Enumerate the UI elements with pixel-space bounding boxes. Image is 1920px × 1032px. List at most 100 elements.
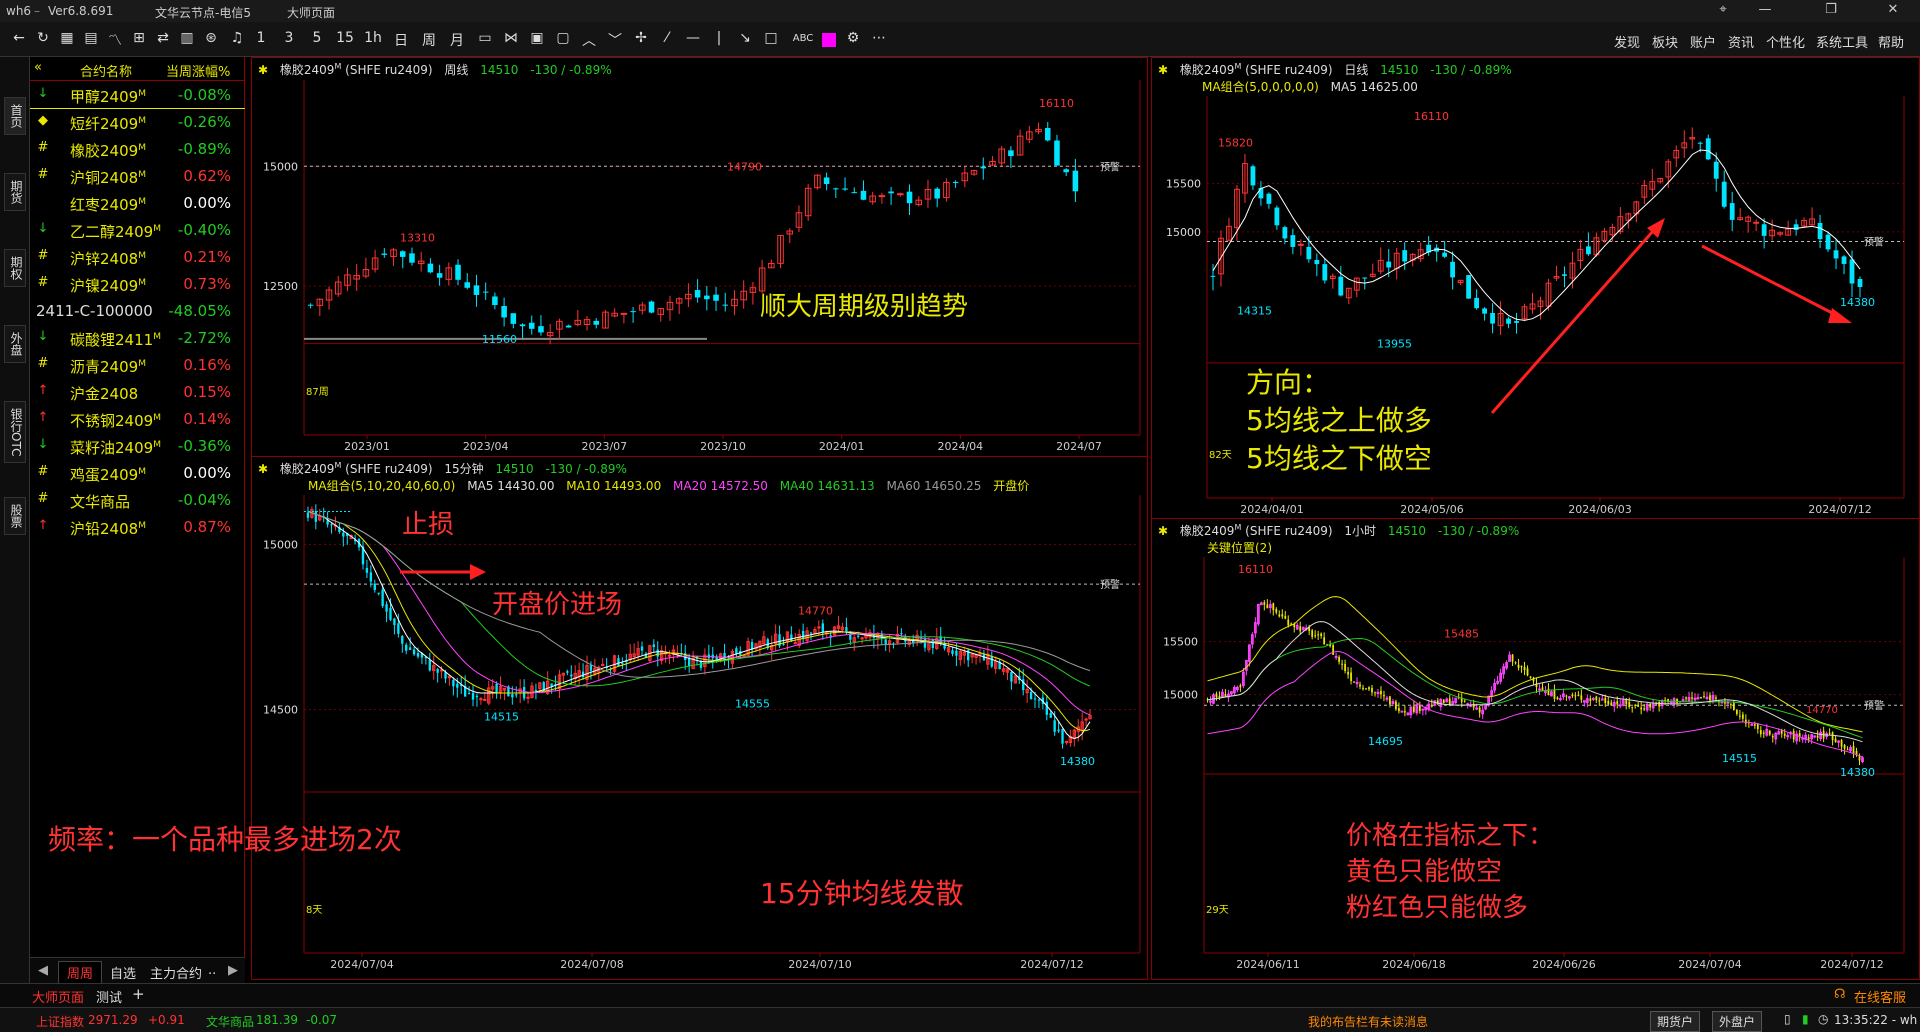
tab-main-contracts[interactable]: 主力合约 xyxy=(150,963,202,982)
watchlist-row[interactable]: # 沥青2409M 0.16% xyxy=(30,352,245,379)
menu-account[interactable]: 账户 xyxy=(1690,32,1716,51)
candle-icon[interactable]: ⊞ xyxy=(128,30,150,46)
minimize-icon[interactable]: — xyxy=(1752,2,1778,20)
ma5-line xyxy=(307,511,1091,740)
watchlist-row[interactable]: # 沪锌2408M 0.21% xyxy=(30,244,245,271)
m15-chart-panel[interactable]: ✱ 橡胶2409M (SHFE ru2409) 15分钟 14510 -130 … xyxy=(251,456,1148,980)
bell-icon[interactable]: ♫ xyxy=(226,30,248,46)
watchlist-row[interactable]: ↓ 碳酸锂2411M -2.72% xyxy=(30,325,245,352)
phone-icon[interactable]: ▯ xyxy=(1784,1012,1791,1026)
rail-tab-bank-otc[interactable]: 银行OTC xyxy=(4,401,26,464)
watchlist-row[interactable]: ↑ 沪铅2408M 0.87% xyxy=(30,514,245,541)
period-3[interactable]: 3 xyxy=(278,30,300,46)
cross-icon[interactable]: ✢ xyxy=(630,30,652,46)
period-1[interactable]: 1 xyxy=(250,30,272,46)
daily-chart-panel[interactable]: ✱ 橡胶2409M (SHFE ru2409) 日线 14510 -130 / … xyxy=(1151,57,1920,521)
fit-icon[interactable]: ▢ xyxy=(552,30,574,46)
prev-icon[interactable]: ◀ xyxy=(38,963,48,978)
period-5[interactable]: 5 xyxy=(306,30,328,46)
menu-personalize[interactable]: 个性化 xyxy=(1766,32,1805,51)
pin-icon[interactable]: ⌖ xyxy=(1710,2,1736,20)
add-tab-button[interactable]: + xyxy=(132,985,145,1003)
next-icon[interactable]: ▶ xyxy=(228,963,238,978)
restore-icon[interactable]: ❐ xyxy=(1818,2,1844,20)
list-icon[interactable]: ▥ xyxy=(176,30,198,46)
col-contract-name[interactable]: 合约名称 xyxy=(80,61,132,80)
tab-favorites[interactable]: 自选 xyxy=(110,963,136,982)
foreign-account-button[interactable]: 外盘户 xyxy=(1712,1011,1763,1032)
text-tool[interactable]: ABC xyxy=(788,33,818,44)
rail-tab-foreign[interactable]: 外盘 xyxy=(4,325,26,363)
tab-weekly[interactable]: 周周 xyxy=(58,961,103,984)
watchlist-row[interactable]: # 文华商品 -0.04% xyxy=(30,487,245,514)
hline-icon[interactable]: — xyxy=(682,30,704,46)
more-icon[interactable]: ⋯ xyxy=(868,30,890,46)
watchlist-row[interactable]: ↓ 菜籽油2409M -0.36% xyxy=(30,433,245,460)
grid-icon[interactable]: ▤ xyxy=(80,30,102,46)
sync-icon[interactable]: ⊛ xyxy=(200,30,222,46)
col-weekly-change[interactable]: 当周涨幅% xyxy=(166,61,230,80)
watchlist-row[interactable]: 红枣2409M 0.00% xyxy=(30,190,245,217)
candle-body xyxy=(1218,695,1221,698)
zoom-out-icon[interactable]: ⋈ xyxy=(500,30,522,46)
watchlist-row[interactable]: ◆ 短纤2409M -0.26% xyxy=(30,109,245,136)
notice-message[interactable]: 我的布告栏有未读消息 xyxy=(1308,1013,1428,1030)
menu-system-tools[interactable]: 系统工具 xyxy=(1816,32,1868,51)
zoom-box-icon[interactable]: ▣ xyxy=(526,30,548,46)
close-icon[interactable]: ✕ xyxy=(1880,2,1906,20)
gear-icon[interactable]: ⚙ xyxy=(842,30,864,46)
tile-icon[interactable]: ▦ xyxy=(56,30,78,46)
online-support-link[interactable]: 在线客服 xyxy=(1854,987,1906,1006)
tab-test[interactable]: 测试 xyxy=(96,987,122,1006)
menu-discover[interactable]: 发现 xyxy=(1614,32,1640,51)
draw-line-icon[interactable]: ⁄ xyxy=(656,30,678,46)
refresh-icon[interactable]: ↻ xyxy=(32,30,54,46)
futures-account-button[interactable]: 期货户 xyxy=(1650,1011,1701,1032)
h1-chart-panel[interactable]: ✱ 橡胶2409M (SHFE ru2409) 1小时 14510 -130 /… xyxy=(1151,518,1920,980)
watchlist-row[interactable]: # 沪镍2409M 0.73% xyxy=(30,271,245,298)
rail-tab-futures[interactable]: 期货 xyxy=(4,173,26,211)
candle-body xyxy=(1520,665,1523,668)
watchlist-row[interactable]: # 沪铜2408M 0.62% xyxy=(30,163,245,190)
candle-body xyxy=(1705,138,1711,160)
candle-body xyxy=(1350,672,1352,681)
color-picker[interactable] xyxy=(822,33,836,47)
rail-tab-stocks[interactable]: 股票 xyxy=(4,497,26,535)
collapse-icon[interactable]: « xyxy=(34,60,42,75)
candle-body xyxy=(1841,256,1847,264)
ray-icon[interactable]: ↘ xyxy=(734,30,756,46)
vline-icon[interactable]: | xyxy=(708,30,730,46)
rail-tab-home[interactable]: 首页 xyxy=(4,97,26,135)
watchlist-row[interactable]: ↓ 乙二醇2409M -0.40% xyxy=(30,217,245,244)
headset-icon[interactable]: ☊ xyxy=(1834,987,1846,1002)
menu-news[interactable]: 资讯 xyxy=(1728,32,1754,51)
candle-body xyxy=(1591,697,1595,700)
line-chart-icon[interactable]: 〽 xyxy=(104,30,126,50)
watchlist-row[interactable]: ↓ 甲醇2409M -0.08% xyxy=(30,82,245,109)
watchlist-row[interactable]: # 鸡蛋2409M 0.00% xyxy=(30,460,245,487)
rect-icon[interactable]: □ xyxy=(760,30,782,46)
watchlist-row[interactable]: # 橡胶2409M -0.89% xyxy=(30,136,245,163)
watchlist-row[interactable]: 2411-C-100000 -48.05% xyxy=(30,298,245,325)
calendar-icon[interactable]: ▭ xyxy=(474,30,496,46)
rail-tab-options[interactable]: 期权 xyxy=(4,249,26,287)
period-1h[interactable]: 1h xyxy=(362,30,384,46)
menu-sector[interactable]: 板块 xyxy=(1652,32,1678,51)
index1-change: +0.91 xyxy=(148,1013,185,1027)
candle-body xyxy=(1556,697,1559,700)
menu-help[interactable]: 帮助 xyxy=(1878,32,1904,51)
contract-name: 短纤2409M xyxy=(70,115,146,133)
quote-icon[interactable]: ⇄ xyxy=(152,30,174,46)
period-week[interactable]: 周 xyxy=(418,30,440,50)
watchlist-row[interactable]: ↑ 不锈钢2409M 0.14% xyxy=(30,406,245,433)
down-icon[interactable]: ﹀ xyxy=(604,30,626,50)
weekly-chart-panel[interactable]: ✱ 橡胶2409M (SHFE ru2409) 周线 14510 -130 / … xyxy=(251,57,1148,463)
period-15[interactable]: 15 xyxy=(334,30,356,46)
back-icon[interactable]: ← xyxy=(8,30,30,46)
candle-body xyxy=(1362,687,1364,690)
period-month[interactable]: 月 xyxy=(446,30,468,50)
up-icon[interactable]: ︿ xyxy=(578,30,600,50)
watchlist-row[interactable]: ↑ 沪金2408 0.15% xyxy=(30,379,245,406)
period-day[interactable]: 日 xyxy=(390,30,412,50)
tab-master-page[interactable]: 大师页面 xyxy=(32,987,84,1006)
